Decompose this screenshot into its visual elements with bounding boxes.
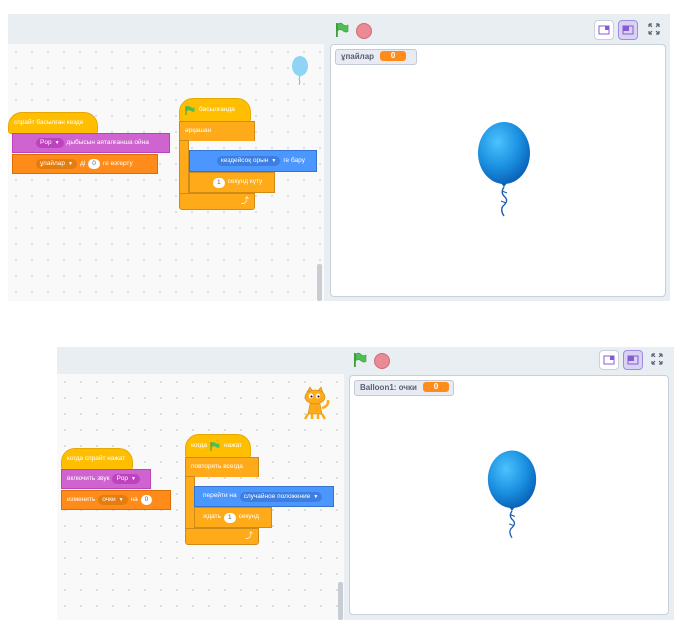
forever-block-arm <box>179 140 189 196</box>
small-stage-button[interactable] <box>599 350 619 370</box>
fullscreen-icon[interactable] <box>649 351 665 367</box>
block-label: басылғанда <box>199 105 235 113</box>
go-to-random-position-block[interactable]: перейти на случайное положение ▼ <box>194 486 334 507</box>
monitor-value: 0 <box>380 51 407 61</box>
block-label: секунд күту <box>227 178 263 186</box>
position-dropdown[interactable]: случайное положение ▼ <box>239 491 323 502</box>
code-area[interactable]: спрайт басылған кезде Pop ▼ дыбысын аятал… <box>8 44 324 301</box>
forever-block-end: ⤴ <box>179 193 255 210</box>
stage[interactable]: ұпайлар 0 <box>330 44 666 297</box>
wait-seconds-block[interactable]: ждать 1 секунд <box>194 507 272 528</box>
wait-seconds-block[interactable]: 1 секунд күту <box>189 172 275 193</box>
variable-monitor: Balloon1: очки 0 <box>354 380 454 396</box>
block-label: дыбысын аяталғанша ойна <box>66 138 149 146</box>
large-stage-button[interactable] <box>618 20 638 40</box>
green-flag-icon <box>210 441 220 451</box>
block-label: әрқашан <box>185 127 212 135</box>
block-label: ді <box>80 159 86 167</box>
change-variable-block[interactable]: ұпайлар ▼ ді 0 ге өзгерту <box>12 154 158 174</box>
green-flag-icon[interactable] <box>334 22 350 38</box>
when-sprite-clicked-block[interactable]: спрайт басылған кезде <box>8 112 98 134</box>
large-stage-icon <box>627 355 639 365</box>
code-area[interactable]: когда спрайт нажат включить звук Pop ▼ из… <box>57 374 344 620</box>
block-label: изменить <box>67 495 96 503</box>
sound-dropdown[interactable]: Pop ▼ <box>112 474 140 484</box>
balloon-sprite[interactable] <box>486 448 538 544</box>
variable-monitor: ұпайлар 0 <box>335 49 417 65</box>
block-label: перейти на <box>203 492 237 500</box>
stop-icon[interactable] <box>356 23 372 39</box>
variable-dropdown[interactable]: очки ▼ <box>98 495 128 505</box>
cat-sprite <box>303 386 330 420</box>
value-input[interactable]: 0 <box>140 495 153 505</box>
large-stage-icon <box>622 25 634 35</box>
when-flag-clicked-block[interactable]: басылғанда <box>179 98 251 122</box>
screenshot-kazakh: спрайт басылған кезде Pop ▼ дыбысын аятал… <box>8 14 670 301</box>
seconds-input[interactable]: 1 <box>223 512 236 523</box>
monitor-value: 0 <box>422 382 449 392</box>
redo-arrow-icon: ⤴ <box>241 196 249 205</box>
block-label: спрайт басылған кезде <box>14 118 84 126</box>
green-flag-icon <box>185 105 195 115</box>
forever-block[interactable]: әрқашан <box>179 121 255 141</box>
forever-block[interactable]: повторять всегда <box>185 457 259 477</box>
seconds-input[interactable]: 1 <box>213 177 225 188</box>
start-sound-block[interactable]: включить звук Pop ▼ <box>61 469 151 489</box>
stop-icon[interactable] <box>374 353 390 369</box>
block-label: ждать <box>203 513 221 521</box>
monitor-label: Balloon1: очки <box>360 383 417 392</box>
small-stage-icon <box>598 25 610 35</box>
block-label: секунд <box>238 513 260 521</box>
fullscreen-icon[interactable] <box>646 21 662 37</box>
small-stage-icon <box>603 355 615 365</box>
change-variable-block[interactable]: изменить очки ▼ на 0 <box>61 490 171 510</box>
forever-block-end: ⤴ <box>185 528 259 545</box>
vertical-scrollbar[interactable] <box>338 582 343 620</box>
block-label: нажат <box>224 441 243 449</box>
block-label: повторять всегда <box>191 463 243 471</box>
when-sprite-clicked-block[interactable]: когда спрайт нажат <box>61 448 133 470</box>
block-label: когда <box>191 441 208 449</box>
large-stage-button[interactable] <box>623 350 643 370</box>
green-flag-icon[interactable] <box>352 352 368 368</box>
screenshot-russian: когда спрайт нажат включить звук Pop ▼ из… <box>57 347 674 620</box>
vertical-scrollbar[interactable] <box>317 264 322 301</box>
monitor-label: ұпайлар <box>341 52 375 61</box>
block-label: ге бару <box>283 156 305 164</box>
block-label: когда спрайт нажат <box>67 454 126 462</box>
small-stage-button[interactable] <box>594 20 614 40</box>
redo-arrow-icon: ⤴ <box>245 531 253 540</box>
go-to-random-position-block[interactable]: кездейсоқ орын ▼ ге бару <box>189 150 317 172</box>
when-flag-clicked-block[interactable]: когда нажат <box>185 434 251 458</box>
balloon-sprite[interactable] <box>476 121 532 221</box>
variable-dropdown[interactable]: ұпайлар ▼ <box>36 159 77 169</box>
sound-dropdown[interactable]: Pop ▼ <box>36 138 64 148</box>
play-sound-until-done-block[interactable]: Pop ▼ дыбысын аяталғанша ойна <box>12 133 170 153</box>
value-input[interactable]: 0 <box>88 159 100 169</box>
block-label: ге өзгерту <box>102 159 133 167</box>
block-label: на <box>130 495 138 503</box>
balloon-sprite <box>292 56 308 86</box>
block-label: включить звук <box>67 474 110 482</box>
position-dropdown[interactable]: кездейсоқ орын ▼ <box>217 156 281 166</box>
stage[interactable]: Balloon1: очки 0 <box>349 375 669 615</box>
